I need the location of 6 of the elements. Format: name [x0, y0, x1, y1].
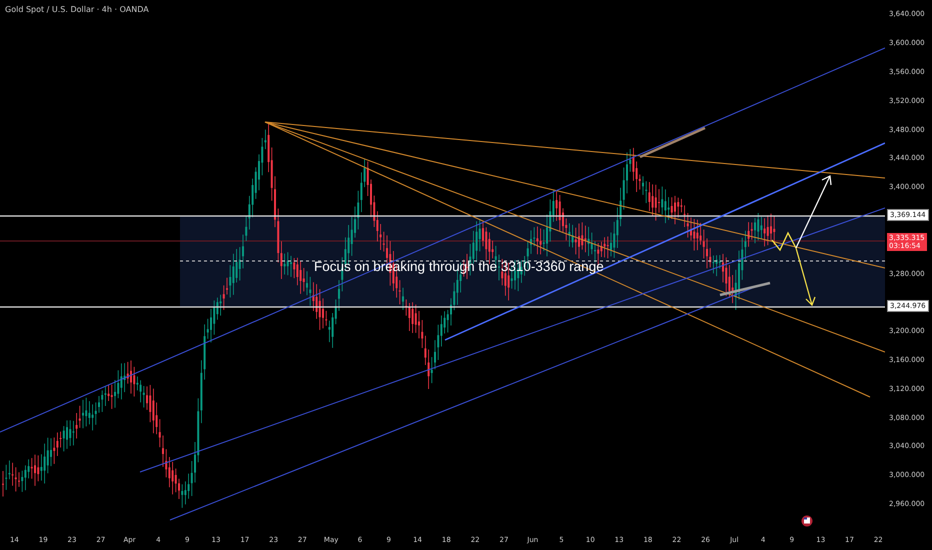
- down-arrow: [795, 248, 816, 306]
- chart-title: Gold Spot / U.S. Dollar · 4h · OANDA: [5, 5, 149, 14]
- zigzag-line: [772, 232, 797, 252]
- highlight-segment: [640, 126, 706, 158]
- highlight-segment: [720, 282, 770, 296]
- event-flag-icon[interactable]: [801, 515, 813, 527]
